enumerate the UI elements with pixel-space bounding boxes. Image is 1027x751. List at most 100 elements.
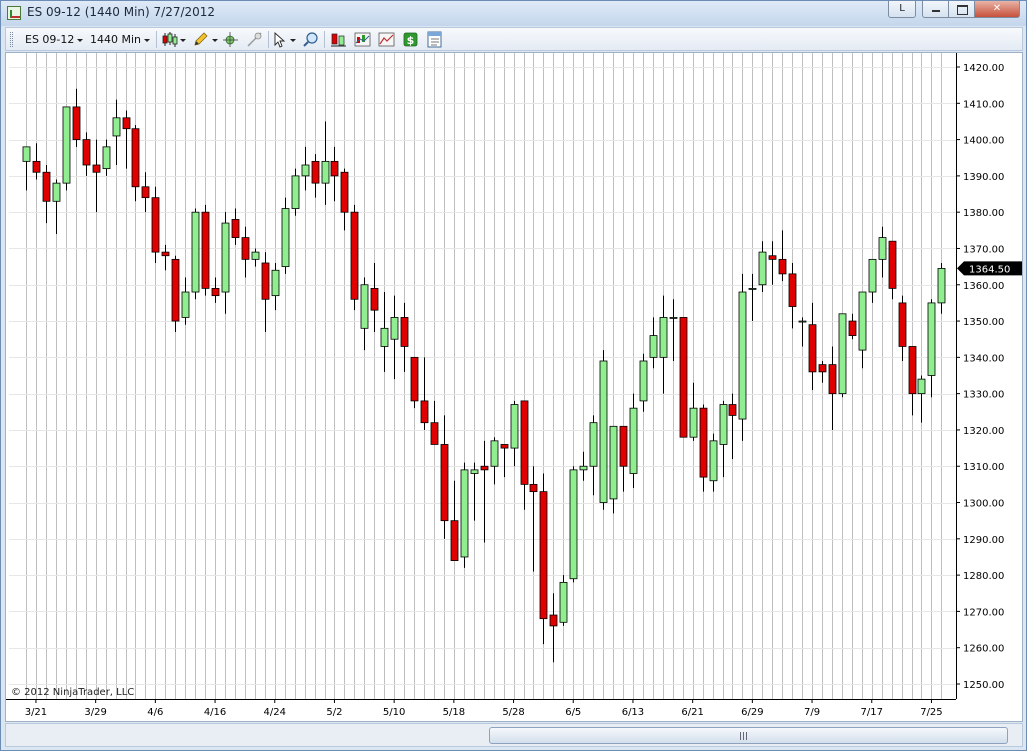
candle-body-up bbox=[460, 469, 469, 558]
link-button[interactable]: L bbox=[888, 1, 916, 18]
candle-body-down bbox=[311, 160, 320, 184]
candle-body-down bbox=[72, 106, 81, 140]
candle-body-up bbox=[510, 404, 519, 449]
indicators-icon[interactable] bbox=[354, 31, 371, 48]
scrollbar-thumb[interactable] bbox=[489, 727, 1008, 744]
price-tick-label: 1360.00 bbox=[963, 281, 1004, 292]
candle-body-up bbox=[102, 146, 111, 170]
instrument-selector[interactable]: ES 09-12 bbox=[25, 31, 84, 48]
candle-body-down bbox=[340, 171, 349, 213]
dollar-icon[interactable]: $ bbox=[402, 31, 419, 48]
candle-body-down bbox=[728, 404, 737, 416]
candle-body-up bbox=[221, 222, 230, 293]
maximize-button[interactable] bbox=[948, 1, 975, 18]
global-crosshair-icon[interactable] bbox=[246, 31, 263, 48]
candle-body-down bbox=[480, 465, 489, 471]
date-tick-label: 7/25 bbox=[920, 707, 942, 718]
candle-body-down bbox=[848, 320, 857, 336]
candle-body-up bbox=[649, 335, 658, 358]
instrument-label: ES 09-12 bbox=[25, 33, 75, 46]
candle-body-up bbox=[301, 164, 310, 177]
date-tick-label: 4/16 bbox=[204, 707, 226, 718]
chevron-down-icon bbox=[144, 38, 151, 42]
candle-body-up bbox=[281, 208, 290, 268]
candle-body-down bbox=[161, 251, 170, 257]
candle-body-up bbox=[798, 320, 807, 323]
date-tick-label: 6/21 bbox=[681, 707, 703, 718]
candle-body-down bbox=[768, 255, 777, 260]
candle-body-up bbox=[868, 258, 877, 293]
candle-body-up bbox=[490, 440, 499, 467]
candle-body-up bbox=[251, 251, 260, 260]
candle-body-down bbox=[818, 364, 827, 373]
candle-body-down bbox=[699, 407, 708, 478]
candle-body-up bbox=[838, 313, 847, 395]
candle-body-up bbox=[659, 317, 668, 358]
candle-body-up bbox=[62, 106, 71, 184]
candle-body-down bbox=[141, 186, 150, 199]
chevron-down-icon bbox=[180, 38, 186, 42]
candle-body-down bbox=[430, 422, 439, 445]
chevron-down-icon bbox=[77, 38, 84, 42]
price-tick-label: 1410.00 bbox=[963, 99, 1004, 110]
candle-body-down bbox=[92, 164, 101, 173]
chart-style-dropdown[interactable] bbox=[177, 31, 186, 48]
minimize-button[interactable] bbox=[922, 1, 949, 18]
pointer-dropdown[interactable] bbox=[287, 31, 296, 48]
candle-body-up bbox=[937, 268, 946, 304]
crosshair-icon[interactable] bbox=[222, 31, 239, 48]
scroll-grip-icon bbox=[740, 732, 747, 740]
candle-body-down bbox=[211, 287, 220, 297]
date-tick-label: 6/5 bbox=[565, 707, 581, 718]
candle-body-up bbox=[191, 211, 200, 293]
interval-selector[interactable]: 1440 Min bbox=[90, 31, 151, 48]
date-tick-label: 4/6 bbox=[147, 707, 163, 718]
candle-body-down bbox=[679, 317, 688, 438]
price-chart-panel[interactable]: 1420.00 1410.00 1400.00 1390.00 1380.00 1370.… bbox=[5, 52, 1023, 722]
price-tick-label: 1350.00 bbox=[963, 317, 1004, 328]
price-tick-label: 1330.00 bbox=[963, 390, 1004, 401]
candle-body-up bbox=[738, 291, 747, 420]
candle-body-down bbox=[520, 400, 529, 485]
data-series-icon[interactable] bbox=[330, 31, 347, 48]
strategies-icon[interactable] bbox=[378, 31, 395, 48]
candle-body-up bbox=[52, 182, 61, 202]
date-tick-label: 7/9 bbox=[804, 707, 820, 718]
candle-body-down bbox=[549, 614, 558, 627]
date-tick-label: 3/21 bbox=[25, 707, 47, 718]
date-tick-label: 7/17 bbox=[861, 707, 883, 718]
chart-toolbar: ES 09-12 1440 Min $ bbox=[5, 27, 1023, 51]
price-tick-label: 1270.00 bbox=[963, 607, 1004, 618]
candle-body-down bbox=[122, 117, 131, 130]
horizontal-scrollbar[interactable] bbox=[5, 723, 1023, 747]
candle-body-down bbox=[500, 444, 509, 449]
window-title: ES 09-12 (1440 Min) 7/27/2012 bbox=[27, 5, 216, 19]
candle-body-down bbox=[231, 219, 240, 238]
drawing-tools-dropdown[interactable] bbox=[209, 31, 218, 48]
candle-body-down bbox=[32, 160, 41, 173]
price-tick-label: 1260.00 bbox=[963, 644, 1004, 655]
candle-body-up bbox=[380, 327, 389, 347]
price-tick-label: 1290.00 bbox=[963, 535, 1004, 546]
date-tick-label: 5/2 bbox=[326, 707, 342, 718]
candlestick-chart[interactable]: 1420.00 1410.00 1400.00 1390.00 1380.00 1370.… bbox=[6, 53, 1022, 721]
candle-body-down bbox=[171, 258, 180, 322]
candle-body-up bbox=[579, 465, 588, 471]
date-tick-label: 6/29 bbox=[741, 707, 763, 718]
candle-body-up bbox=[321, 160, 330, 184]
toolbar-grip[interactable] bbox=[10, 32, 13, 47]
title-bar[interactable]: ES 09-12 (1440 Min) 7/27/2012 L ✕ bbox=[1, 1, 1026, 26]
pencil-icon[interactable] bbox=[192, 31, 209, 48]
candle-body-down bbox=[898, 302, 907, 347]
date-tick-label: 3/29 bbox=[84, 707, 106, 718]
candle-body-down bbox=[261, 262, 270, 300]
close-button[interactable]: ✕ bbox=[974, 1, 1020, 18]
price-tick-label: 1300.00 bbox=[963, 499, 1004, 510]
chart-style-icon[interactable] bbox=[161, 31, 178, 48]
date-tick-label: 5/28 bbox=[502, 707, 524, 718]
zoom-icon[interactable] bbox=[303, 31, 320, 48]
properties-icon[interactable] bbox=[426, 31, 443, 48]
candle-body-down bbox=[241, 237, 250, 260]
candle-body-down bbox=[131, 128, 140, 188]
candle-body-down bbox=[82, 139, 91, 166]
